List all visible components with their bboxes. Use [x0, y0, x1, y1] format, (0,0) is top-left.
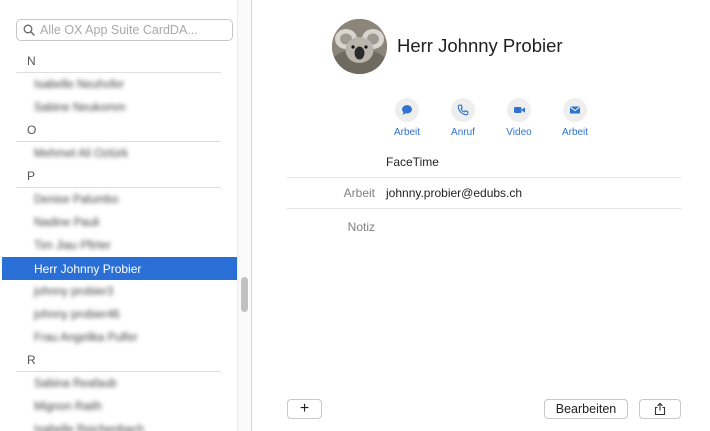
action-mail-envelope-button[interactable]: Arbeit	[547, 98, 603, 138]
video-camera-icon	[507, 98, 531, 122]
add-button-label: +	[299, 400, 310, 417]
add-button[interactable]: +	[287, 399, 322, 419]
contact-row-name: Isabelle Reichenbach	[34, 423, 144, 431]
contact-row[interactable]: johnny probier46	[0, 303, 237, 326]
contact-row[interactable]: Mignon Raith	[0, 395, 237, 418]
action-label: Arbeit	[561, 127, 589, 138]
section-header-o: O	[16, 119, 221, 142]
action-phone-button[interactable]: Anruf	[435, 98, 491, 138]
avatar	[332, 19, 387, 74]
contact-row-name: johnny probier3	[34, 285, 114, 298]
contact-actions: Arbeit Anruf Video Arbeit	[379, 98, 603, 138]
share-icon	[654, 402, 666, 416]
action-label: Anruf	[451, 127, 475, 138]
koala-photo-icon	[332, 19, 387, 74]
message-bubble-icon	[395, 98, 419, 122]
section-header-p: P	[16, 165, 221, 188]
search-icon	[23, 24, 35, 36]
action-message-bubble-button[interactable]: Arbeit	[379, 98, 435, 138]
edit-button[interactable]: Bearbeiten	[544, 399, 628, 419]
contact-list: N Isabelle Neuhofer Sabine Neukomm O Mehmet …	[0, 50, 237, 431]
scrollbar-thumb[interactable]	[241, 277, 248, 312]
contact-row-name: Herr Johnny Probier	[34, 261, 142, 276]
contact-row-name: Tim Jiau Pfirter	[34, 239, 111, 252]
facetime-row: FaceTime	[287, 147, 681, 178]
contact-name: Herr Johnny Probier	[397, 35, 563, 56]
section-header-r: R	[16, 349, 221, 372]
contact-row[interactable]: Frau Angelika Pulfer	[0, 326, 237, 349]
contact-row-selected[interactable]: Herr Johnny Probier	[2, 257, 237, 280]
mail-envelope-icon	[563, 98, 587, 122]
contact-row-name: Sabine Neukomm	[34, 101, 126, 114]
contact-row[interactable]: Tim Jiau Pfirter	[0, 234, 237, 257]
search-field[interactable]	[16, 19, 233, 41]
edit-button-label: Bearbeiten	[555, 402, 617, 416]
contact-row-name: Sabina Reafaub	[34, 377, 117, 390]
contact-row-name: Denise Palumbo	[34, 193, 119, 206]
contact-row[interactable]: johnny probier3	[0, 280, 237, 303]
email-label: Arbeit	[343, 186, 375, 200]
search-input[interactable]	[40, 23, 230, 37]
contact-row[interactable]: Nadine Pauli	[0, 211, 237, 234]
section-header-n: N	[16, 50, 221, 73]
contact-row[interactable]: Sabina Reafaub	[0, 372, 237, 395]
phone-icon	[451, 98, 475, 122]
contact-row-name: Mignon Raith	[34, 400, 102, 413]
contact-row[interactable]: Denise Palumbo	[0, 188, 237, 211]
action-label: Video	[506, 127, 532, 138]
contact-row[interactable]: Mehmet Ali Öztürk	[0, 142, 237, 165]
email-value[interactable]: johnny.probier@edubs.ch	[386, 186, 522, 200]
contact-row[interactable]: Isabelle Neuhofer	[0, 73, 237, 96]
note-label: Notiz	[347, 219, 375, 234]
facetime-value[interactable]: FaceTime	[386, 155, 439, 169]
contact-row-name: johnny probier46	[34, 308, 120, 321]
contact-row[interactable]: Isabelle Reichenbach	[0, 418, 237, 431]
contact-row-name: Isabelle Neuhofer	[34, 78, 125, 91]
action-label: Arbeit	[393, 127, 421, 138]
contact-row[interactable]: Sabine Neukomm	[0, 96, 237, 119]
sidebar-scrollbar[interactable]	[237, 0, 251, 431]
note-row: Notiz	[287, 211, 681, 242]
contact-row-name: Mehmet Ali Öztürk	[34, 147, 128, 160]
action-video-camera-button[interactable]: Video	[491, 98, 547, 138]
email-row: Arbeit johnny.probier@edubs.ch	[287, 178, 681, 209]
contacts-sidebar: N Isabelle Neuhofer Sabine Neukomm O Mehmet …	[0, 0, 252, 431]
share-button[interactable]	[639, 399, 681, 419]
contact-row-name: Frau Angelika Pulfer	[34, 331, 138, 344]
contact-row-name: Nadine Pauli	[34, 216, 100, 229]
contact-detail: Herr Johnny Probier Arbeit Anruf Video Arbe…	[253, 0, 710, 431]
